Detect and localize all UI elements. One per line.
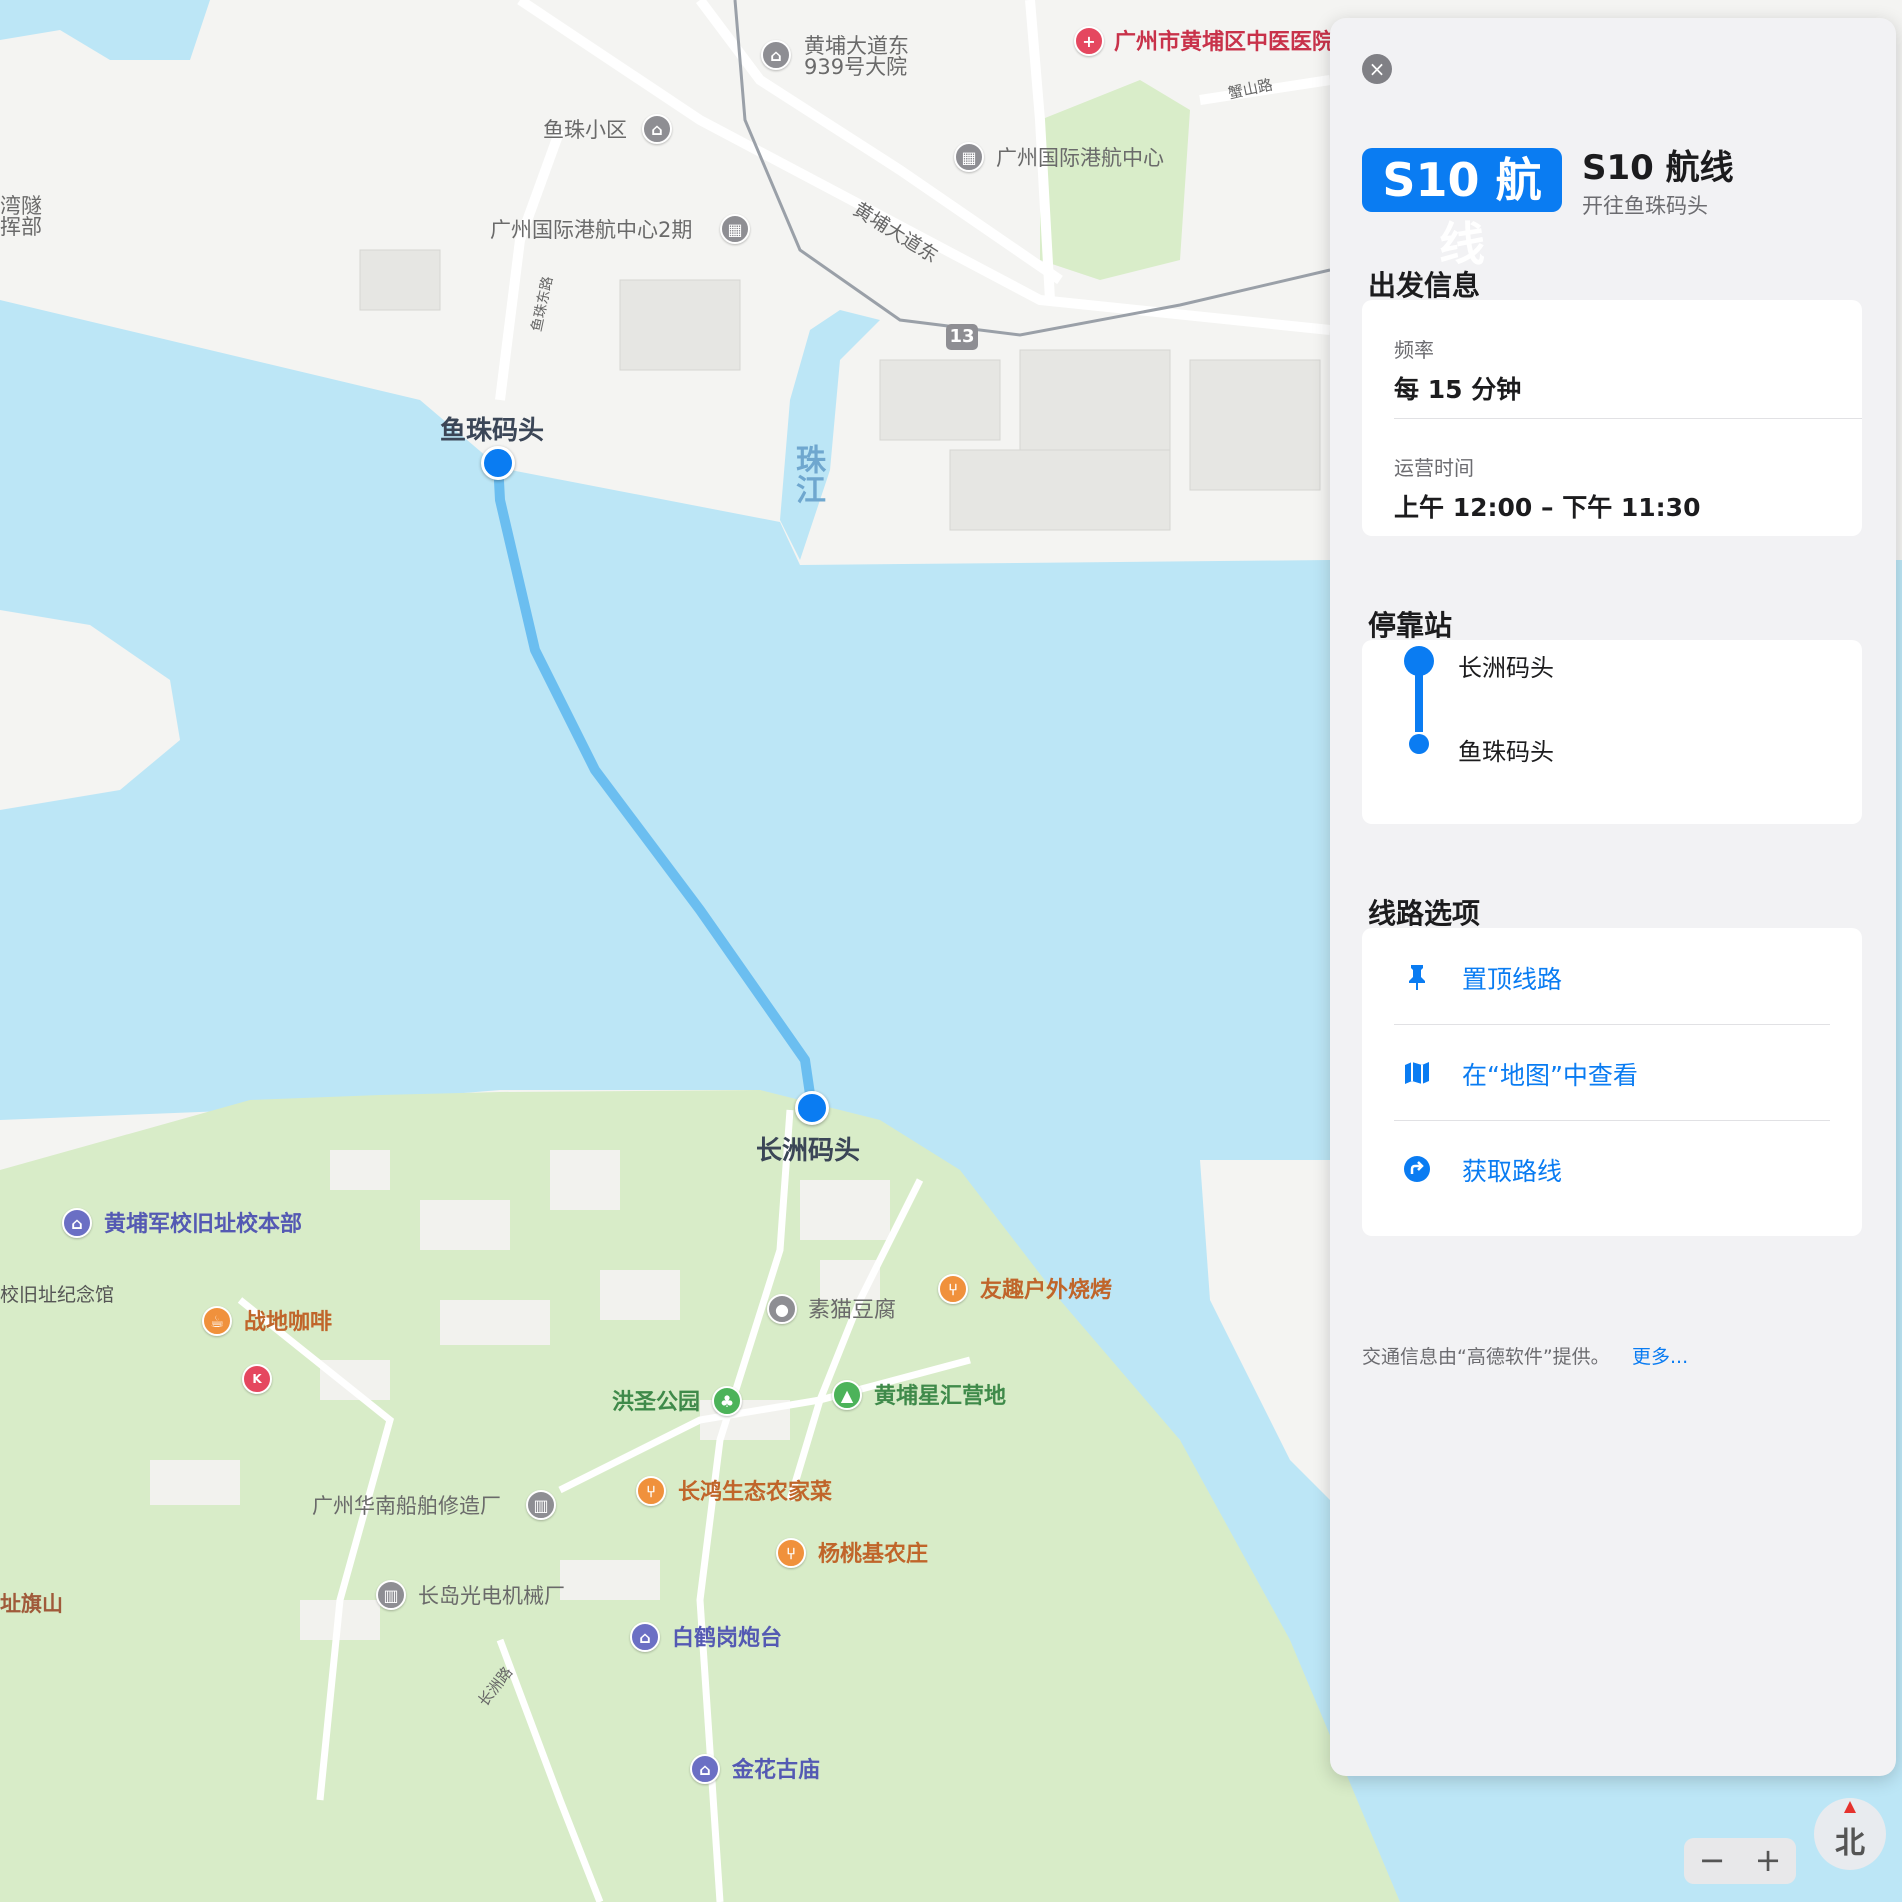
stop-label-yuzhu: 鱼珠码头 — [440, 416, 545, 446]
options-divider-1 — [1394, 1024, 1830, 1025]
label-jinhua: 金花古庙 — [732, 1758, 821, 1783]
map-icon — [1402, 1058, 1432, 1088]
stops-section-title: 停靠站 — [1368, 609, 1453, 642]
directions-label: 获取路线 — [1462, 1157, 1563, 1186]
directions-option[interactable]: 获取路线 — [1362, 1128, 1862, 1208]
options-section-title: 线路选项 — [1368, 897, 1481, 930]
label-changhong: 长鸿生态农家菜 — [678, 1480, 833, 1505]
route-badge: S10 航线 — [1362, 148, 1562, 271]
label-gj-hangyun: 广州国际港航中心 — [996, 146, 1164, 170]
more-link[interactable]: 更多... — [1632, 1342, 1688, 1369]
frequency-value: 每 15 分钟 — [1394, 375, 1522, 404]
pin-route-label: 置顶线路 — [1462, 965, 1563, 994]
pin-route-option[interactable]: 置顶线路 — [1362, 936, 1862, 1016]
hours-label: 运营时间 — [1394, 456, 1474, 480]
factory-icon-2[interactable]: ▥ — [376, 1580, 406, 1610]
label-shipyard: 广州华南船舶修造厂 — [312, 1494, 501, 1518]
office-icon-2[interactable]: ▦ — [954, 142, 984, 172]
label-jinianguan: 校旧址纪念馆 — [0, 1284, 115, 1306]
label-hospital: 广州市黄埔区中医医院 — [1114, 30, 1335, 55]
restaurant-kfc-icon[interactable]: K — [242, 1364, 272, 1394]
label-tunnel-hq: 湾隧 挥部 — [0, 194, 42, 239]
pin-icon — [1402, 962, 1432, 992]
compass-label: 北 — [1835, 1826, 1865, 1861]
departure-section-title: 出发信息 — [1368, 269, 1481, 302]
bbq-icon[interactable]: ⑂ — [938, 1274, 968, 1304]
data-source-text: 交通信息由“高德软件”提供。 — [1362, 1346, 1610, 1368]
stop-start-dot — [1404, 646, 1434, 676]
tofu-icon[interactable]: ● — [767, 1294, 797, 1324]
stops-card: 长洲码头 鱼珠码头 — [1362, 640, 1862, 824]
departure-card: 频率 每 15 分钟 运营时间 上午 12:00 – 下午 11:30 — [1362, 300, 1862, 536]
label-xinghui: 黄埔星汇营地 — [874, 1384, 1007, 1409]
label-baihegang: 白鹤岗炮台 — [672, 1626, 783, 1651]
label-zhujiang: 珠江 — [790, 444, 825, 504]
fort-icon[interactable]: ⌂ — [630, 1622, 660, 1652]
stop-marker-changzhou[interactable] — [795, 1091, 829, 1125]
view-in-maps-label: 在“地图”中查看 — [1462, 1061, 1638, 1090]
card-divider — [1394, 418, 1862, 419]
stop-item-yuzhu[interactable]: 鱼珠码头 — [1458, 732, 1554, 767]
compass-button[interactable]: 北 — [1814, 1798, 1886, 1870]
road-13-shield: 13 — [946, 324, 978, 350]
label-hongsheng: 洪圣公园 — [612, 1390, 701, 1415]
label-sumao: 素猫豆腐 — [808, 1298, 897, 1323]
temple-icon[interactable]: ⌂ — [690, 1754, 720, 1784]
office-icon[interactable]: ▦ — [720, 214, 750, 244]
restaurant-icon[interactable]: ⑂ — [636, 1476, 666, 1506]
label-junxiao: 黄埔军校旧址校本部 — [104, 1212, 303, 1237]
stop-end-dot — [1409, 734, 1429, 754]
zoom-out-button[interactable]: − — [1684, 1838, 1740, 1884]
label-coffee: 战地咖啡 — [244, 1310, 333, 1335]
stop-connector-line — [1415, 674, 1423, 732]
route-title: S10 航线 — [1582, 148, 1734, 188]
compass-needle-icon — [1844, 1801, 1856, 1813]
label-qishan: 址旗山 — [0, 1592, 63, 1616]
farm-icon[interactable]: ⑂ — [776, 1538, 806, 1568]
park-icon[interactable]: ♣ — [712, 1386, 742, 1416]
hospital-icon[interactable]: + — [1074, 26, 1104, 56]
label-huangpu-939: 黄埔大道东 939号大院 — [804, 34, 909, 79]
label-yangtao: 杨桃基农庄 — [818, 1542, 929, 1567]
factory-icon[interactable]: ▥ — [526, 1490, 556, 1520]
route-subtitle: 开往鱼珠码头 — [1582, 194, 1708, 218]
label-changdao: 长岛光电机械厂 — [418, 1584, 565, 1608]
directions-icon — [1402, 1154, 1432, 1184]
residential-icon[interactable]: ⌂ — [642, 114, 672, 144]
view-in-maps-option[interactable]: 在“地图”中查看 — [1362, 1032, 1862, 1112]
landmark-icon[interactable]: ⌂ — [761, 40, 791, 70]
zoom-in-button[interactable]: + — [1740, 1838, 1796, 1884]
frequency-label: 频率 — [1394, 338, 1434, 362]
hours-value: 上午 12:00 – 下午 11:30 — [1394, 493, 1701, 522]
stop-label-changzhou: 长洲码头 — [756, 1136, 861, 1166]
stop-item-changzhou[interactable]: 长洲码头 — [1458, 648, 1554, 683]
label-yuzhu-xiaoqu: 鱼珠小区 — [543, 118, 627, 142]
label-bbq: 友趣户外烧烤 — [980, 1278, 1113, 1303]
options-card: 置顶线路 在“地图”中查看 获取路线 — [1362, 928, 1862, 1236]
route-detail-panel: × S10 航线 S10 航线 开往鱼珠码头 出发信息 频率 每 15 分钟 运… — [1330, 18, 1896, 1776]
stop-marker-yuzhu[interactable] — [481, 446, 515, 480]
museum-icon[interactable]: ⌂ — [62, 1208, 92, 1238]
close-button[interactable]: × — [1362, 54, 1392, 84]
camp-icon[interactable]: ▲ — [832, 1380, 862, 1410]
label-gj-hangyun-2: 广州国际港航中心2期 — [490, 218, 693, 242]
options-divider-2 — [1394, 1120, 1830, 1121]
zoom-control: − + — [1684, 1838, 1796, 1884]
coffee-icon[interactable]: ☕ — [202, 1306, 232, 1336]
